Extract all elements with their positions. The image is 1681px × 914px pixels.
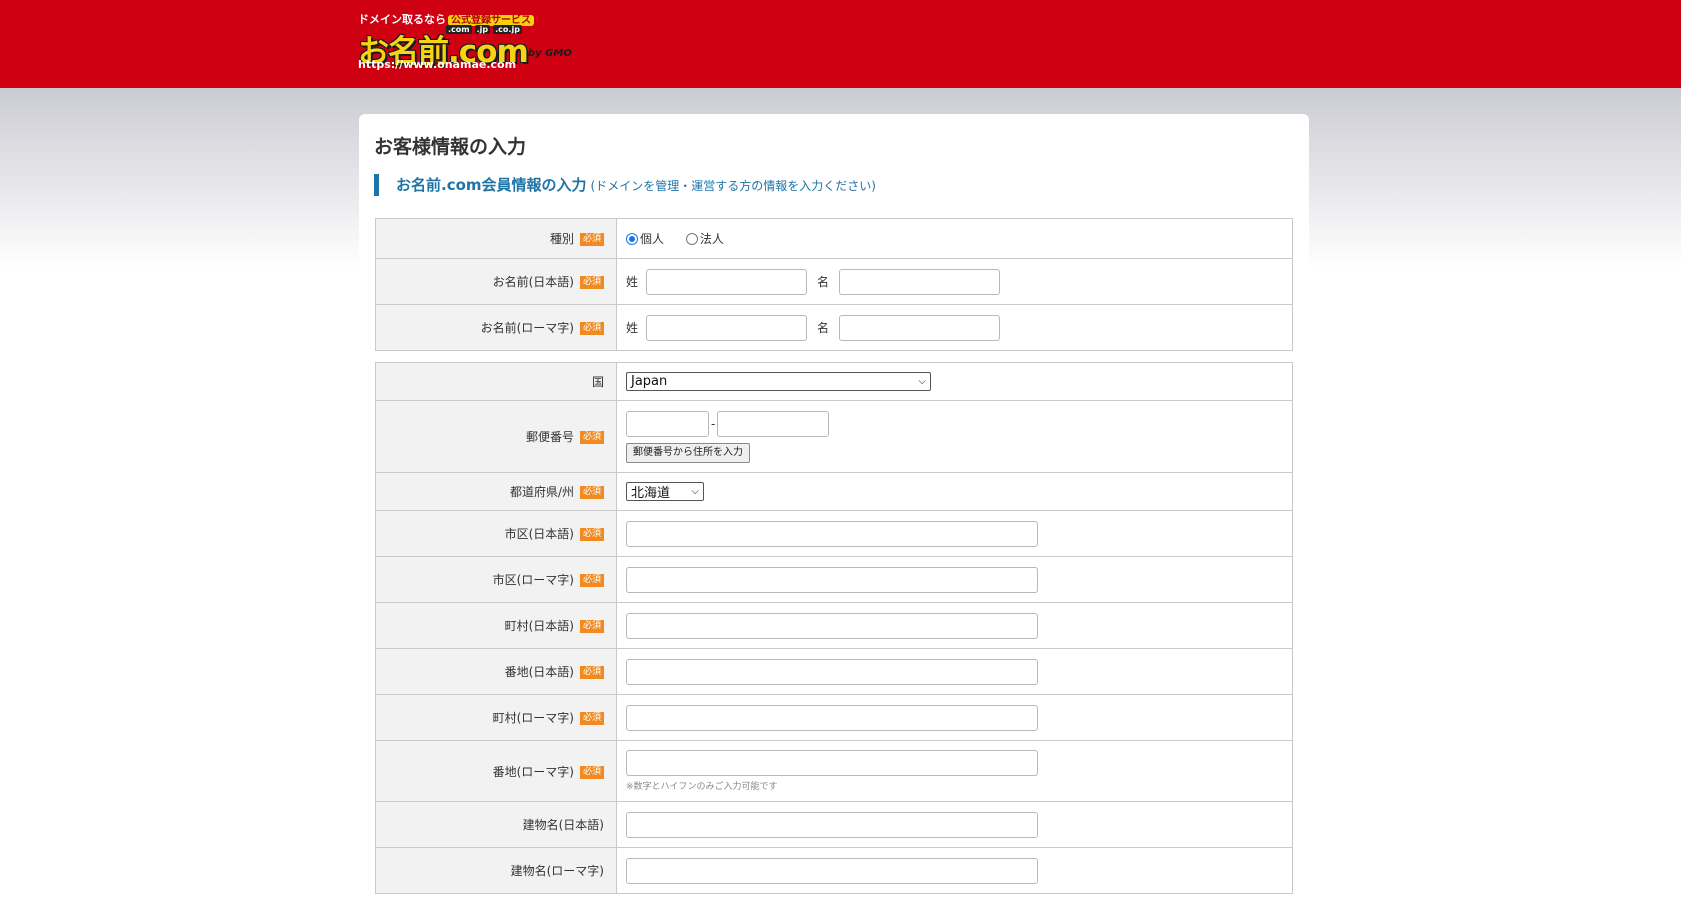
postal-label: 郵便番号 [525,430,574,444]
banchi-jp-input[interactable] [626,658,1038,685]
country-select[interactable]: Japan ⌵ [626,372,931,391]
sei-label: 姓 [626,275,639,289]
banchi-jp-label: 番地(日本語) [504,665,574,679]
member-type-name-table: 種別 必須 個人 法人 お名前(日本語) 必須 姓名 お名前(ローマ字) 必須 姓名 [375,218,1293,351]
required-badge: 必須 [579,233,604,246]
site-header: ドメイン取るなら 公式登録サービス .com .jp .co.jp お名前.com b… [0,0,1681,88]
row-building-roman: 建物名(ローマ字) [375,847,1293,894]
last-name-roman-input[interactable] [646,314,808,341]
row-town-roman: 町村(ローマ字) 必須 [375,694,1293,741]
row-name-roman: お名前(ローマ字) 必須 姓 名 [375,304,1293,351]
city-roman-input[interactable] [626,566,1038,593]
required-badge: 必須 [579,528,604,541]
name-roman-label: お名前(ローマ字) [480,321,574,335]
building-roman-input[interactable] [626,857,1038,884]
row-type: 種別 必須 個人 法人 [375,218,1293,259]
postal-code-2-input[interactable] [717,410,830,437]
radio-individual[interactable]: 個人 [626,230,664,247]
first-name-jp-input[interactable] [839,268,1001,295]
radio-dot[interactable] [685,232,698,245]
section-title: お名前.com会員情報の入力 [396,176,587,194]
prefecture-label: 都道府県/州 [509,485,574,499]
country-label: 国 [591,375,604,389]
banchi-roman-input[interactable] [626,750,1038,776]
required-badge: 必須 [579,712,604,725]
row-banchi-roman: 番地(ローマ字) 必須 ※数字とハイフンのみご入力可能です [375,740,1293,802]
onamae-logo[interactable]: ドメイン取るなら 公式登録サービス .com .jp .co.jp お名前.com b… [358,10,588,72]
row-country: 国 Japan ⌵ [375,362,1293,401]
required-badge: 必須 [579,276,604,289]
banchi-roman-label: 番地(ローマ字) [492,764,574,779]
city-jp-label: 市区(日本語) [504,527,574,541]
town-jp-input[interactable] [626,612,1038,639]
first-name-roman-input[interactable] [839,314,1001,341]
row-name-jp: お名前(日本語) 必須 姓 名 [375,258,1293,305]
town-roman-input[interactable] [626,704,1038,731]
required-badge: 必須 [579,574,604,587]
page-title: お客様情報の入力 [374,136,527,158]
building-jp-label: 建物名(日本語) [522,818,604,832]
city-roman-label: 市区(ローマ字) [492,573,574,587]
form-card: お客様情報の入力 お名前.com会員情報の入力 (ドメインを管理・運営する方の情報… [359,114,1309,914]
town-roman-label: 町村(ローマ字) [492,711,574,725]
town-jp-label: 町村(日本語) [504,619,574,633]
row-prefecture: 都道府県/州 必須 北海道 ⌵ [375,472,1293,511]
mei-label: 名 [817,321,830,335]
section-note: (ドメインを管理・運営する方の情報を入力ください) [590,179,876,193]
row-city-jp: 市区(日本語) 必須 [375,510,1293,557]
radio-corporation[interactable]: 法人 [685,230,724,247]
required-badge: 必須 [579,666,604,679]
row-city-roman: 市区(ローマ字) 必須 [375,556,1293,603]
chevron-down-icon: ⌵ [918,376,926,387]
chevron-down-icon: ⌵ [691,486,699,497]
logo-url: https://www.onamae.com [358,58,517,71]
row-postal: 郵便番号 必須 - 郵便番号から住所を入力 [375,400,1293,473]
last-name-jp-input[interactable] [646,268,808,295]
required-badge: 必須 [579,620,604,633]
row-building-jp: 建物名(日本語) [375,801,1293,848]
required-badge: 必須 [579,486,604,499]
city-jp-input[interactable] [626,520,1038,547]
sei-label: 姓 [626,321,639,335]
required-badge: 必須 [579,765,604,779]
type-label: 種別 [549,232,574,246]
address-table: 国 Japan ⌵ 郵便番号 必須 - 郵便番号から住所を入力 都道府県/州 必須 北… [375,362,1293,894]
postal-code-1-input[interactable] [626,410,709,437]
row-banchi-jp: 番地(日本語) 必須 [375,648,1293,695]
required-badge: 必須 [579,322,604,335]
mei-label: 名 [817,275,830,289]
postal-separator: - [711,416,716,431]
radio-dot-checked[interactable] [626,232,638,245]
prefecture-select[interactable]: 北海道 ⌵ [626,482,704,501]
building-roman-label: 建物名(ローマ字) [510,864,604,878]
name-jp-label: お名前(日本語) [492,275,574,289]
row-town-jp: 町村(日本語) 必須 [375,602,1293,649]
building-jp-input[interactable] [626,811,1038,838]
section-heading: お名前.com会員情報の入力 (ドメインを管理・運営する方の情報を入力ください) [374,174,876,196]
postal-lookup-button[interactable]: 郵便番号から住所を入力 [626,442,750,463]
banchi-roman-note: ※数字とハイフンのみご入力可能です [626,782,778,792]
required-badge: 必須 [579,431,604,444]
logo-by-gmo: by GMO [528,48,572,59]
